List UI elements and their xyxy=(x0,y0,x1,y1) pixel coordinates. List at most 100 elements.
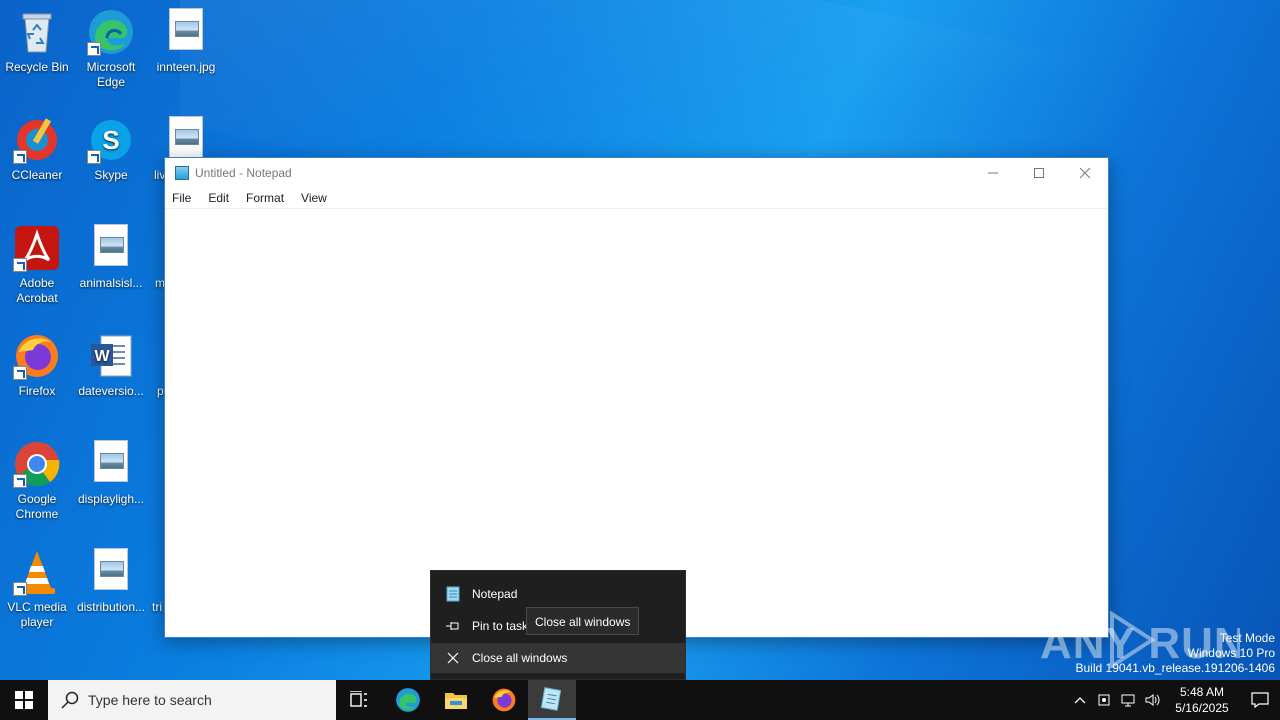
notepad-icon xyxy=(445,586,461,602)
desktop-icon-label: displayligh... xyxy=(77,492,145,506)
desktop-icon-distribution[interactable]: distribution... xyxy=(75,548,147,615)
acrobat-icon xyxy=(13,224,61,272)
test-mode-info: Test Mode Windows 10 Pro Build 19041.vb_… xyxy=(1076,631,1276,676)
network-icon[interactable] xyxy=(1116,680,1140,720)
taskbar-file-explorer-button[interactable] xyxy=(432,680,480,720)
desktop-icon-label: Skype xyxy=(94,168,128,182)
system-tray: 5:48 AM 5/16/2025 xyxy=(1068,680,1280,720)
windows-edition-label: Windows 10 Pro xyxy=(1187,646,1275,660)
tooltip: Close all windows xyxy=(526,607,640,635)
image-file-icon xyxy=(87,548,135,596)
edge-icon xyxy=(396,688,420,712)
clock-date: 5/16/2025 xyxy=(1175,701,1229,715)
desktop-icon-ccleaner[interactable]: CCleaner xyxy=(1,116,73,183)
chrome-icon xyxy=(13,440,61,488)
desktop-icon-label: Microsoft Edge xyxy=(86,60,136,89)
desktop-icon-label: animalsisl... xyxy=(79,276,143,290)
desktop-icon-label: CCleaner xyxy=(11,168,63,182)
desktop-icon-label: Firefox xyxy=(18,384,56,398)
pin-icon xyxy=(445,618,461,634)
desktop-icon-label: VLC media player xyxy=(7,600,67,629)
word-doc-icon: W xyxy=(87,332,135,380)
desktop-icon-dateversio[interactable]: W dateversio... xyxy=(75,332,147,399)
desktop-icon-google-chrome[interactable]: Google Chrome xyxy=(1,440,73,522)
jumplist-item-label: Close all windows xyxy=(472,651,568,665)
start-button[interactable] xyxy=(0,680,48,720)
menu-file[interactable]: File xyxy=(172,191,191,205)
minimize-button[interactable] xyxy=(970,158,1016,188)
menu-view[interactable]: View xyxy=(301,191,327,205)
desktop-icon-label: innteen.jpg xyxy=(156,60,216,74)
svg-text:W: W xyxy=(94,348,110,365)
svg-text:S: S xyxy=(102,125,119,155)
maximize-icon xyxy=(1034,168,1044,178)
desktop-icon-label: dateversio... xyxy=(78,384,144,398)
jumplist-close-all-windows[interactable]: Close all windows xyxy=(431,643,685,673)
defender-icon[interactable] xyxy=(1092,680,1116,720)
folder-icon xyxy=(445,693,467,709)
notification-icon xyxy=(1251,692,1269,708)
menu-edit[interactable]: Edit xyxy=(208,191,229,205)
desktop-icon-label: distribution... xyxy=(76,600,146,614)
notepad-icon xyxy=(540,687,562,711)
taskbar-clock[interactable]: 5:48 AM 5/16/2025 xyxy=(1164,684,1240,716)
maximize-button[interactable] xyxy=(1016,158,1062,188)
desktop-icon-adobe-acrobat[interactable]: Adobe Acrobat xyxy=(1,224,73,306)
image-file-icon xyxy=(162,8,210,56)
build-label: Build 19041.vb_release.191206-1406 xyxy=(1075,661,1276,675)
window-title: Untitled - Notepad xyxy=(195,166,292,180)
shortcut-arrow-icon xyxy=(13,366,27,380)
skype-icon: S xyxy=(87,116,135,164)
vlc-icon xyxy=(13,548,61,596)
desktop-icon-skype[interactable]: S Skype xyxy=(75,116,147,183)
test-mode-label: Test Mode xyxy=(1219,631,1275,645)
firefox-icon xyxy=(13,332,61,380)
window-titlebar[interactable]: Untitled - Notepad xyxy=(165,158,1108,188)
menu-bar: File Edit Format View xyxy=(165,188,1108,208)
desktop-icon-displaylight[interactable]: displayligh... xyxy=(75,440,147,507)
jumplist-item-label: Notepad xyxy=(472,587,518,601)
volume-icon[interactable] xyxy=(1140,680,1164,720)
shortcut-arrow-icon xyxy=(13,258,27,272)
task-view-button[interactable] xyxy=(336,680,384,720)
minimize-icon xyxy=(988,172,998,174)
close-icon xyxy=(1079,167,1091,179)
notepad-icon xyxy=(175,166,189,180)
close-icon xyxy=(445,650,461,666)
jumplist-open-notepad[interactable]: Notepad xyxy=(431,579,685,609)
image-file-icon xyxy=(87,440,135,488)
desktop-icon-animalsisl[interactable]: animalsisl... xyxy=(75,224,147,291)
taskbar-firefox-button[interactable] xyxy=(480,680,528,720)
firefox-icon xyxy=(492,688,516,712)
ccleaner-icon xyxy=(13,116,61,164)
shortcut-arrow-icon xyxy=(87,42,101,56)
taskbar-edge-button[interactable] xyxy=(384,680,432,720)
shortcut-arrow-icon xyxy=(13,150,27,164)
shortcut-arrow-icon xyxy=(87,150,101,164)
search-icon xyxy=(60,690,80,710)
desktop-icon-innteen[interactable]: innteen.jpg xyxy=(150,8,222,75)
search-placeholder: Type here to search xyxy=(88,692,212,708)
shortcut-arrow-icon xyxy=(13,474,27,488)
notepad-window[interactable]: Untitled - Notepad File Edit Format View xyxy=(164,157,1109,638)
clock-time: 5:48 AM xyxy=(1179,685,1225,699)
menu-format[interactable]: Format xyxy=(246,191,284,205)
desktop-icon-firefox[interactable]: Firefox xyxy=(1,332,73,399)
close-button[interactable] xyxy=(1062,158,1108,188)
jumplist-item-label: Pin to task xyxy=(472,619,529,633)
taskbar: Type here to search 5:48 AM 5/16/2025 xyxy=(0,680,1280,720)
action-center-button[interactable] xyxy=(1240,680,1280,720)
windows-logo-icon xyxy=(15,691,33,709)
desktop-icon-recycle-bin[interactable]: Recycle Bin xyxy=(1,8,73,75)
desktop-icon-microsoft-edge[interactable]: Microsoft Edge xyxy=(75,8,147,90)
task-view-icon xyxy=(350,691,367,707)
taskbar-search-box[interactable]: Type here to search xyxy=(48,680,336,720)
taskbar-notepad-button[interactable] xyxy=(528,680,576,720)
shortcut-arrow-icon xyxy=(13,582,27,596)
image-file-icon xyxy=(87,224,135,272)
recycle-bin-icon xyxy=(13,8,61,56)
chevron-up-icon[interactable] xyxy=(1068,680,1092,720)
desktop-icon-vlc[interactable]: VLC media player xyxy=(1,548,73,630)
edge-icon xyxy=(87,8,135,56)
desktop-icon-label: Google Chrome xyxy=(15,492,59,521)
